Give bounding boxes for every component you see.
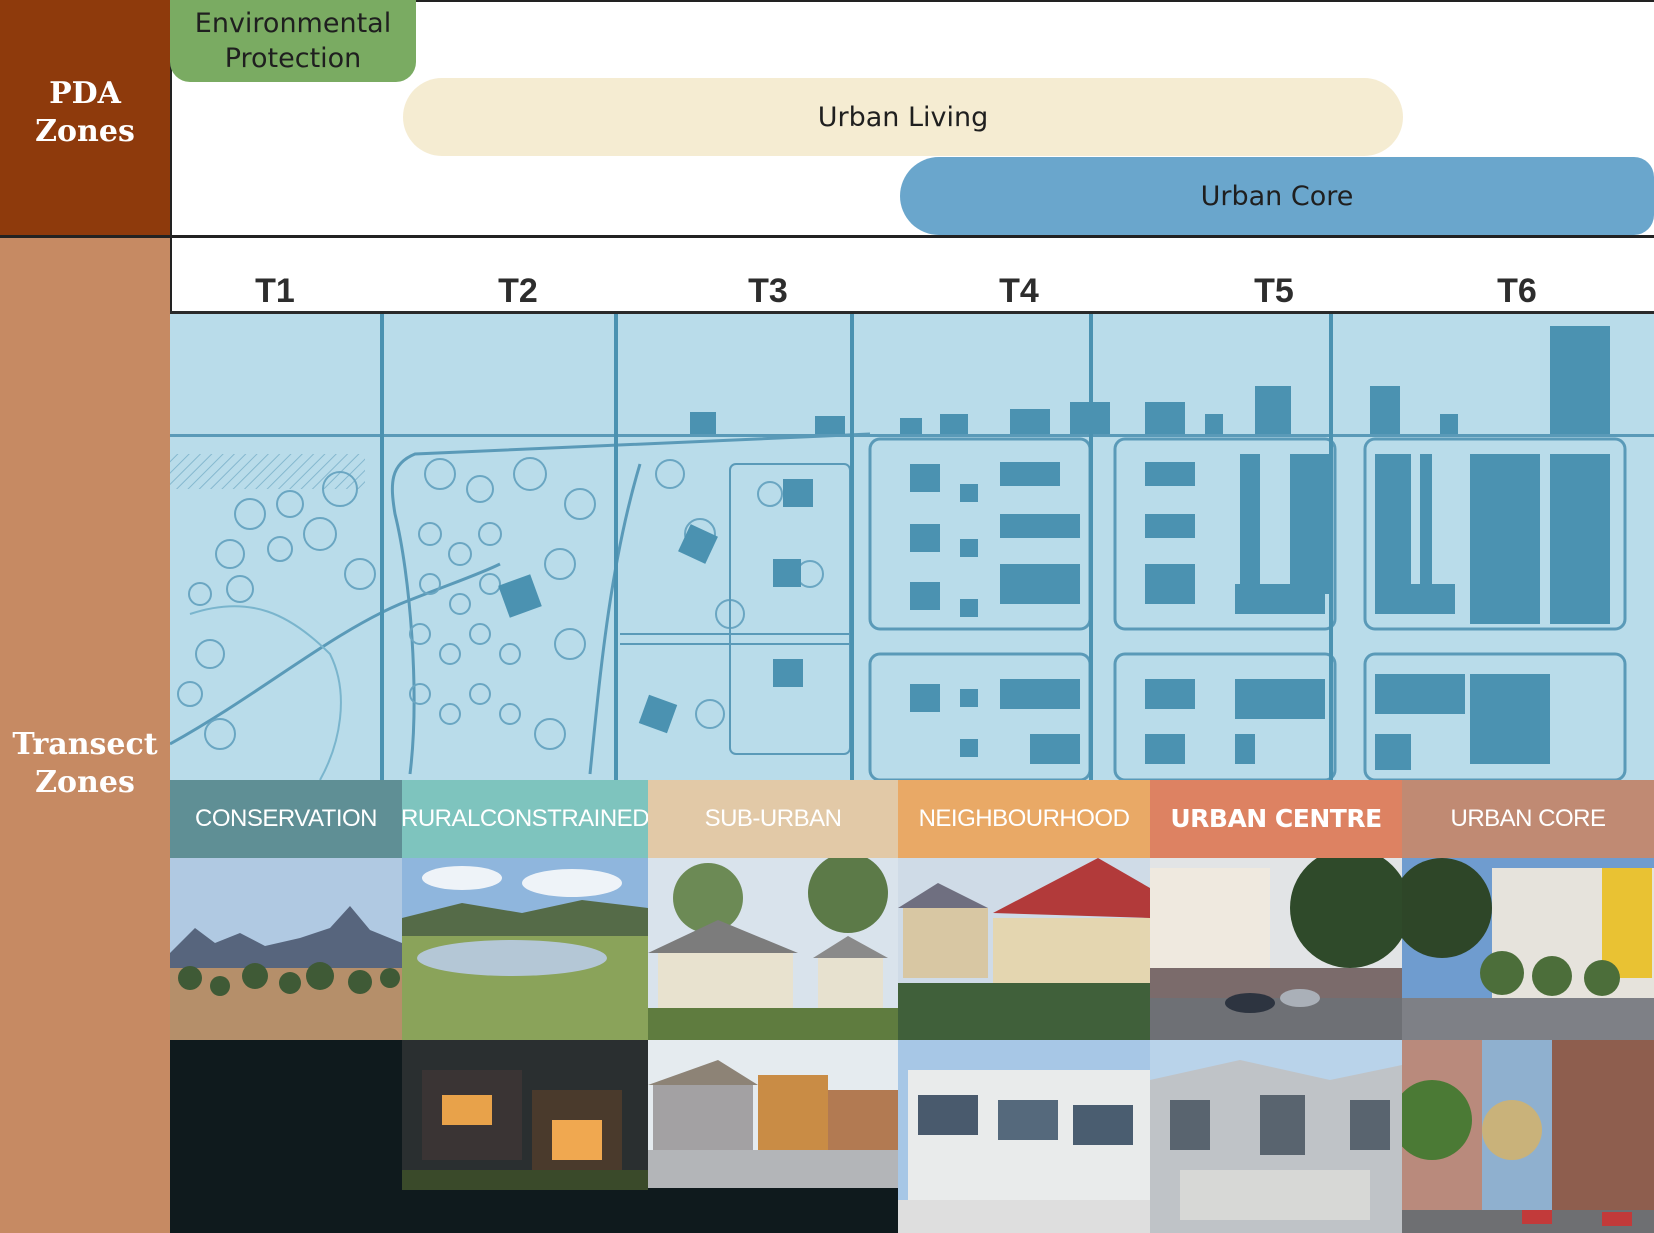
pda-zones-sidebar: PDA Zones [0, 0, 172, 235]
plan-drawing [170, 314, 1654, 780]
photo-conservation-landscape [170, 858, 402, 1040]
photo-urban-centre-street [1150, 858, 1402, 1040]
urban-core-label: Urban Core [1200, 180, 1354, 212]
urban-living-bar: Urban Living [403, 78, 1403, 156]
zone-conservation: CONSERVATION [170, 780, 402, 858]
zone-urban-core: URBAN CORE [1402, 780, 1654, 858]
pda-zones-label: PDA Zones [0, 75, 170, 151]
photo-urban-core-apartments [1402, 858, 1654, 1040]
transect-zones-sidebar: Transect Zones [0, 237, 172, 1233]
environmental-protection-line2: Protection [224, 43, 362, 74]
photo-rural-filler [402, 1190, 648, 1233]
pda-zones-label-line1: PDA [49, 76, 121, 111]
photo-neighbourhood-houses [898, 858, 1150, 1040]
zone-name-line: CONSERVATION [194, 805, 378, 832]
zone-name-line: URBAN CENTRE [1170, 804, 1382, 833]
environmental-protection-line1: Environmental [194, 8, 392, 39]
photo-rural-lake [402, 858, 648, 1040]
zone-name-line: SUB-URBAN [704, 805, 842, 832]
pda-zones-label-line2: Zones [35, 114, 135, 149]
section-divider [0, 235, 1654, 238]
urban-living-label: Urban Living [817, 101, 989, 133]
photo-rural-home-evening [402, 1040, 648, 1190]
transect-zones-label-line1: Transect [12, 727, 158, 762]
zone-neighbourhood: NEIGHBOURHOOD [898, 780, 1150, 858]
zone-name-line: NEIGHBOURHOOD [918, 805, 1130, 832]
transect-code-t6: T6 [1497, 272, 1537, 310]
transect-code-t2: T2 [498, 272, 538, 310]
photo-neighbourhood-townhouses [898, 1040, 1150, 1233]
photo-empty-panel [170, 1040, 402, 1233]
urban-core-bar: Urban Core [900, 157, 1654, 235]
zone-rural-constrained: RURAL CONSTRAINED [400, 780, 650, 858]
zone-urban-centre: URBAN CENTRE [1150, 780, 1402, 858]
photo-urban-centre-townhouses [1150, 1040, 1402, 1233]
transect-code-t5: T5 [1254, 272, 1294, 310]
photo-suburban-modern-homes [648, 1040, 898, 1188]
zone-name-line: URBAN CORE [1450, 805, 1606, 832]
zone-sub-urban: SUB-URBAN [648, 780, 898, 858]
transect-zones-label: Transect Zones [0, 726, 170, 802]
photo-urban-core-street [1402, 1040, 1654, 1233]
photo-suburban-filler [648, 1188, 898, 1233]
photo-suburban-queenslander [648, 858, 898, 1040]
transect-code-t3: T3 [748, 272, 788, 310]
transect-code-t1: T1 [255, 272, 295, 310]
zone-name-line: RURAL [400, 805, 480, 832]
transect-plan-illustration [170, 314, 1654, 780]
zone-name-line: CONSTRAINED [479, 805, 650, 832]
transect-code-t4: T4 [999, 272, 1039, 310]
environmental-protection-bar: Environmental Protection [170, 0, 416, 82]
transect-zones-label-line2: Zones [35, 765, 135, 800]
